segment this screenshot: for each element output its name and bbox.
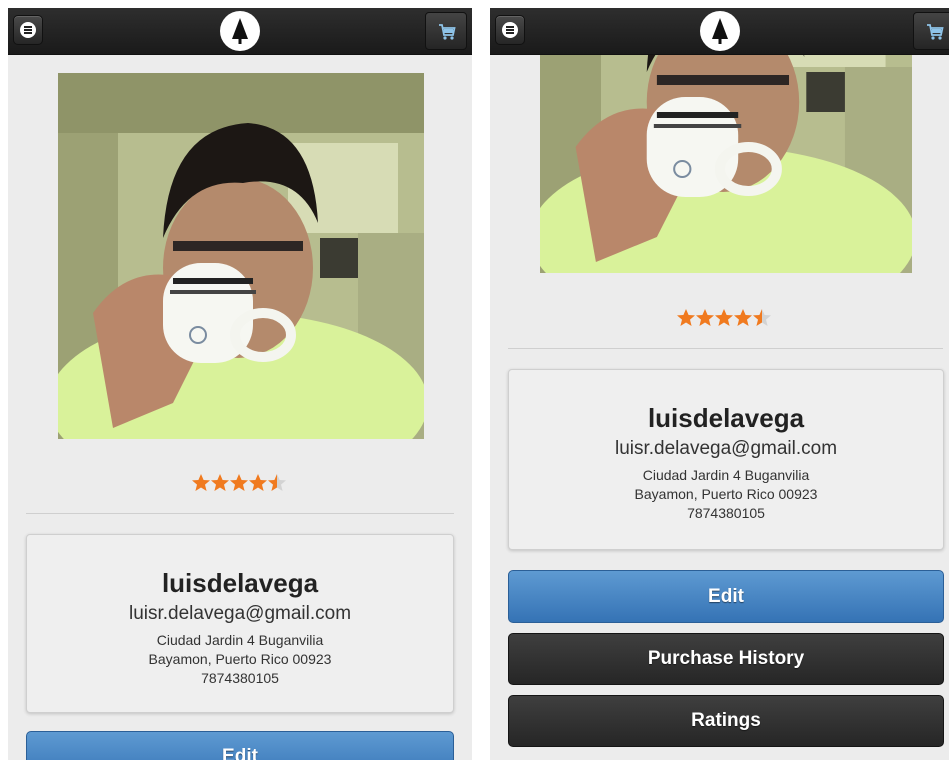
address-line-2: Bayamon, Puerto Rico 00923 bbox=[634, 486, 818, 502]
ratings-button[interactable]: Ratings bbox=[508, 695, 944, 747]
star-icon bbox=[268, 474, 286, 491]
address-line-1: Ciudad Jardin 4 Buganvilia bbox=[642, 467, 810, 483]
star-icon bbox=[230, 474, 248, 491]
menu-button[interactable] bbox=[13, 15, 43, 45]
divider bbox=[508, 348, 943, 349]
menu-icon bbox=[502, 22, 518, 38]
rating-stars bbox=[676, 308, 776, 328]
menu-button[interactable] bbox=[495, 15, 525, 45]
address-line-2: Bayamon, Puerto Rico 00923 bbox=[148, 651, 332, 667]
star-icon bbox=[715, 309, 733, 326]
cart-icon bbox=[927, 24, 944, 40]
star-icon bbox=[677, 309, 695, 326]
top-bar bbox=[8, 8, 472, 55]
star-icon bbox=[753, 309, 771, 326]
rating-stars bbox=[191, 473, 291, 493]
cart-button[interactable] bbox=[425, 12, 467, 50]
star-icon bbox=[249, 474, 267, 491]
profile-photo bbox=[58, 73, 424, 439]
phone-number: 7874380105 bbox=[201, 670, 279, 686]
cart-button[interactable] bbox=[913, 12, 949, 50]
star-icon bbox=[734, 309, 752, 326]
menu-icon bbox=[20, 22, 36, 38]
profile-card: luisdelavega luisr.delavega@gmail.com Ci… bbox=[26, 534, 454, 713]
username: luisdelavega bbox=[647, 403, 805, 433]
phone-screen-top: luisdelavega luisr.delavega@gmail.com Ci… bbox=[8, 8, 472, 760]
phone-screen-scrolled: luisdelavega luisr.delavega@gmail.com Ci… bbox=[490, 8, 949, 760]
tree-logo-icon[interactable] bbox=[699, 10, 741, 52]
email: luisr.delavega@gmail.com bbox=[128, 603, 352, 624]
edit-button[interactable]: Edit bbox=[26, 731, 454, 760]
star-icon bbox=[192, 474, 210, 491]
profile-card: luisdelavega luisr.delavega@gmail.com Ci… bbox=[508, 369, 944, 550]
email: luisr.delavega@gmail.com bbox=[614, 438, 838, 459]
star-icon bbox=[696, 309, 714, 326]
top-bar bbox=[490, 8, 949, 55]
tree-logo-icon[interactable] bbox=[219, 10, 261, 52]
phone-number: 7874380105 bbox=[687, 505, 765, 521]
username: luisdelavega bbox=[161, 568, 319, 598]
address-line-1: Ciudad Jardin 4 Buganvilia bbox=[156, 632, 324, 648]
divider bbox=[26, 513, 454, 514]
star-icon bbox=[211, 474, 229, 491]
purchase-history-button[interactable]: Purchase History bbox=[508, 633, 944, 685]
cart-icon bbox=[439, 24, 456, 40]
edit-button[interactable]: Edit bbox=[508, 570, 944, 623]
